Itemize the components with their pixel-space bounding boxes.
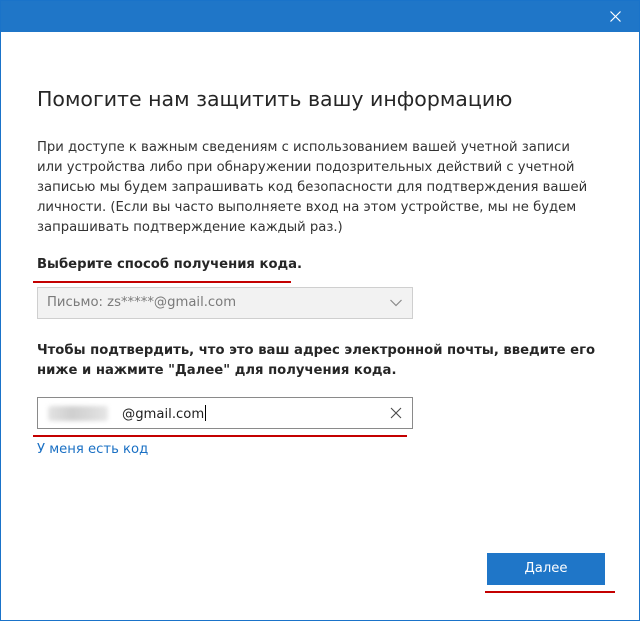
method-select[interactable]: Письмо: zs*****@gmail.com [37,287,413,319]
choose-method-label: Выберите способ получения кода. [37,257,303,272]
have-code-link[interactable]: У меня есть код [37,442,148,457]
redacted-email-part [48,406,108,421]
chevron-down-icon [390,299,402,307]
page-title: Помогите нам защитить вашу информацию [37,87,513,111]
highlight-underline [33,435,407,437]
next-button[interactable]: Далее [487,553,605,585]
highlight-underline [33,281,291,283]
email-field-value: @gmail.com [122,405,207,422]
email-field[interactable]: @gmail.com [37,397,413,429]
dialog-window: Помогите нам защитить вашу информацию Пр… [0,0,640,621]
instruction-text: Чтобы подтвердить, что это ваш адрес эле… [37,343,596,378]
close-icon [610,11,621,22]
title-bar [1,1,639,32]
close-button[interactable] [593,1,639,32]
description-text: При доступе к важным сведениям с использ… [37,140,588,235]
text-caret [205,405,207,421]
method-select-value: Письмо: zs*****@gmail.com [47,295,237,310]
clear-icon[interactable] [390,407,402,419]
highlight-underline [485,591,615,593]
